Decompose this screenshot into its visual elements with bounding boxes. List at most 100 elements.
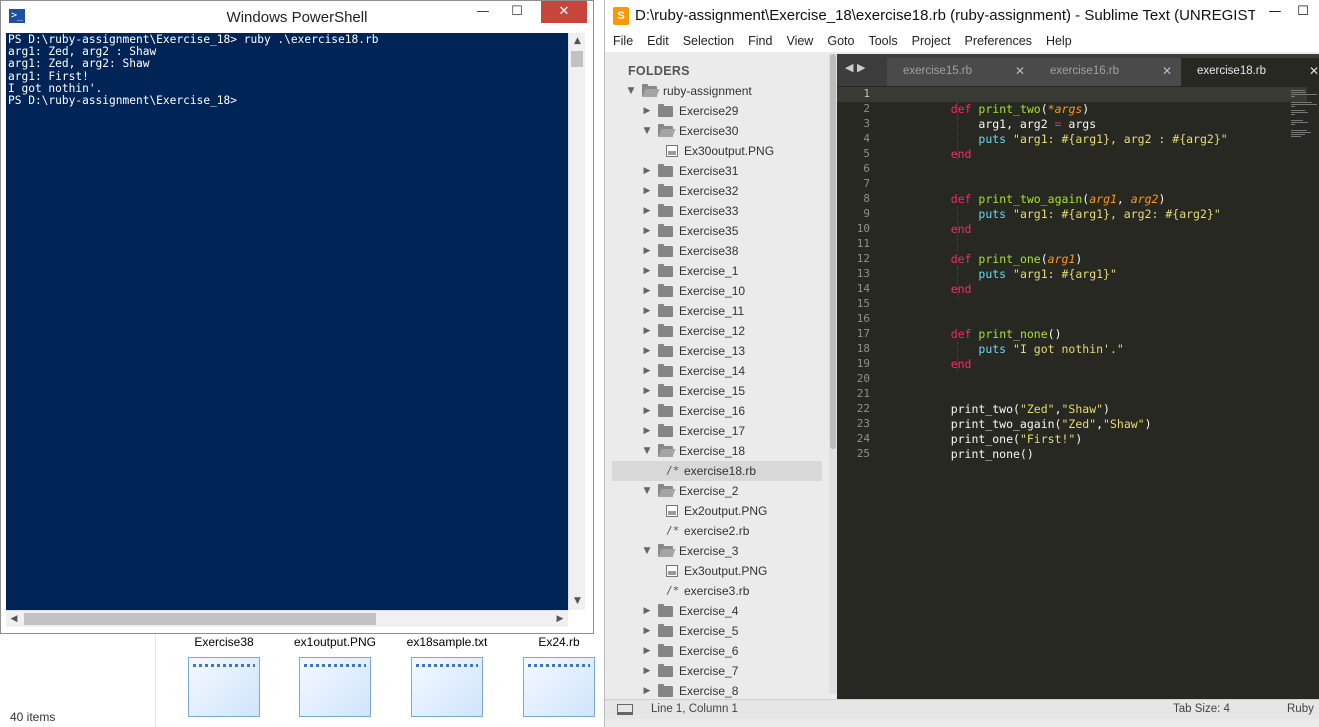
file-item[interactable]: ex18sample.txt [397,632,497,717]
menu-item-project[interactable]: Project [904,32,957,50]
file-item[interactable]: Exercise38 [174,632,274,717]
tree-folder[interactable]: ▶ Exercise_13 [612,341,822,361]
tree-folder[interactable]: ▶ Exercise_10 [612,281,822,301]
tree-folder[interactable]: ▶ Exercise_6 [612,641,822,661]
tree-folder[interactable]: ▶ Exercise_12 [612,321,822,341]
tab-exercise15-rb[interactable]: exercise15.rb ✕ [887,58,1037,86]
chevron-down-icon[interactable]: ▼ [642,121,652,141]
chevron-right-icon[interactable]: ▶ [642,161,652,181]
tree-file[interactable]: Ex30output.PNG [612,141,822,161]
file-item[interactable]: ex1output.PNG [285,632,385,717]
menu-item-tools[interactable]: Tools [860,32,903,50]
powershell-window[interactable]: >_ Windows PowerShell — ☐ ✕ PS D:\ruby-a… [0,0,594,634]
chevron-right-icon[interactable]: ▶ [642,681,652,699]
chevron-right-icon[interactable]: ▶ [642,261,652,281]
chevron-down-icon[interactable]: ▼ [626,81,636,101]
chevron-right-icon[interactable]: ▶ [642,641,652,661]
chevron-down-icon[interactable]: ▼ [642,541,652,561]
menu-item-find[interactable]: Find [740,32,778,50]
tab-size-indicator[interactable]: Tab Size: 4 [1173,703,1230,715]
tree-folder[interactable]: ▶ Exercise_17 [612,421,822,441]
chevron-right-icon[interactable]: ▶ [642,181,652,201]
chevron-down-icon[interactable]: ▼ [642,441,652,461]
menu-item-goto[interactable]: Goto [819,32,860,50]
sublime-window[interactable]: S D:\ruby-assignment\Exercise_18\exercis… [604,0,1319,727]
tab-close-icon[interactable]: ✕ [1015,64,1025,78]
tree-folder[interactable]: ▶ Exercise38 [612,241,822,261]
chevron-right-icon[interactable]: ▶ [642,281,652,301]
tree-folder[interactable]: ▼ ruby-assignment [612,81,822,101]
menu-item-view[interactable]: View [778,32,819,50]
scroll-right-icon[interactable]: ▶ [552,611,568,627]
tree-file[interactable]: Ex2output.PNG [612,501,822,521]
tree-folder[interactable]: ▶ Exercise_7 [612,661,822,681]
chevron-right-icon[interactable]: ▶ [642,221,652,241]
tree-folder[interactable]: ▼ Exercise_18 [612,441,822,461]
tab-exercise16-rb[interactable]: exercise16.rb ✕ [1034,58,1184,86]
tree-folder[interactable]: ▼ Exercise_2 [612,481,822,501]
menu-item-help[interactable]: Help [1038,32,1078,50]
minimap[interactable] [1289,86,1319,146]
tree-folder[interactable]: ▶ Exercise_14 [612,361,822,381]
menu-item-selection[interactable]: Selection [675,32,740,50]
minimize-button[interactable]: — [467,1,499,23]
chevron-right-icon[interactable]: ▶ [642,341,652,361]
tree-folder[interactable]: ▶ Exercise29 [612,101,822,121]
chevron-right-icon[interactable]: ▶ [642,601,652,621]
chevron-right-icon[interactable]: ▶ [642,101,652,121]
maximize-button[interactable]: ☐ [1288,4,1318,19]
chevron-right-icon[interactable]: ▶ [642,621,652,641]
monitor-icon[interactable] [617,704,633,715]
tree-folder[interactable]: ▶ Exercise_8 [612,681,822,699]
console-output[interactable]: PS D:\ruby-assignment\Exercise_18> ruby … [6,33,568,610]
scroll-up-icon[interactable]: ▲ [569,33,586,49]
horizontal-scrollbar[interactable]: ◀ ▶ [6,610,568,627]
tree-folder[interactable]: ▶ Exercise_5 [612,621,822,641]
menu-item-file[interactable]: File [605,32,639,50]
scroll-thumb[interactable] [830,54,836,449]
vertical-scrollbar[interactable]: ▲ ▼ [568,33,585,610]
tree-folder[interactable]: ▶ Exercise32 [612,181,822,201]
menu-item-edit[interactable]: Edit [639,32,675,50]
tree-folder[interactable]: ▶ Exercise_11 [612,301,822,321]
chevron-right-icon[interactable]: ▶ [642,401,652,421]
tree-folder[interactable]: ▶ Exercise33 [612,201,822,221]
tree-folder[interactable]: ▶ Exercise_16 [612,401,822,421]
tree-file[interactable]: /* exercise18.rb [612,461,822,481]
tree-folder[interactable]: ▼ Exercise_3 [612,541,822,561]
minimize-button[interactable]: — [1260,4,1290,19]
powershell-titlebar[interactable]: >_ Windows PowerShell — ☐ ✕ [1,1,593,33]
syntax-indicator[interactable]: Ruby [1287,703,1314,715]
tree-file[interactable]: /* exercise2.rb [612,521,822,541]
tree-file[interactable]: Ex3output.PNG [612,561,822,581]
chevron-right-icon[interactable]: ▶ [642,361,652,381]
chevron-right-icon[interactable]: ▶ [642,321,652,341]
tab-close-icon[interactable]: ✕ [1162,64,1172,78]
scroll-left-icon[interactable]: ◀ [6,611,22,627]
chevron-right-icon[interactable]: ▶ [642,301,652,321]
chevron-right-icon[interactable]: ▶ [642,661,652,681]
folder-sidebar[interactable]: FOLDERS ▼ ruby-assignment ▶ Exercise29 ▼ Exer… [612,54,837,699]
tree-file[interactable]: /* exercise3.rb [612,581,822,601]
maximize-button[interactable]: ☐ [501,1,533,23]
scroll-thumb[interactable] [571,51,583,67]
tree-folder[interactable]: ▶ Exercise_1 [612,261,822,281]
tree-folder[interactable]: ▶ Exercise_4 [612,601,822,621]
tree-folder[interactable]: ▶ Exercise31 [612,161,822,181]
chevron-right-icon[interactable]: ▶ [642,241,652,261]
file-item[interactable]: Ex24.rb [509,632,609,717]
chevron-down-icon[interactable]: ▼ [642,481,652,501]
tree-folder[interactable]: ▶ Exercise_15 [612,381,822,401]
code-editor[interactable]: 1 2 3 4 5 6 7 8 9 10 11 12 13 14 15 16 17 18 19 20 21 22 23 24 2… [837,86,1319,699]
scroll-thumb[interactable] [24,613,376,625]
sublime-titlebar[interactable]: S D:\ruby-assignment\Exercise_18\exercis… [605,0,1319,32]
tab-nav-arrows-icon[interactable]: ◀ ▶ [845,61,865,74]
code-area[interactable]: def print_two(*args) arg1, arg2 = args p… [923,86,1319,699]
tree-folder[interactable]: ▼ Exercise30 [612,121,822,141]
chevron-right-icon[interactable]: ▶ [642,381,652,401]
close-button[interactable]: ✕ [541,1,587,23]
chevron-right-icon[interactable]: ▶ [642,421,652,441]
tree-folder[interactable]: ▶ Exercise35 [612,221,822,241]
menu-item-preferences[interactable]: Preferences [957,32,1038,50]
tab-close-icon[interactable]: ✕ [1309,64,1319,78]
